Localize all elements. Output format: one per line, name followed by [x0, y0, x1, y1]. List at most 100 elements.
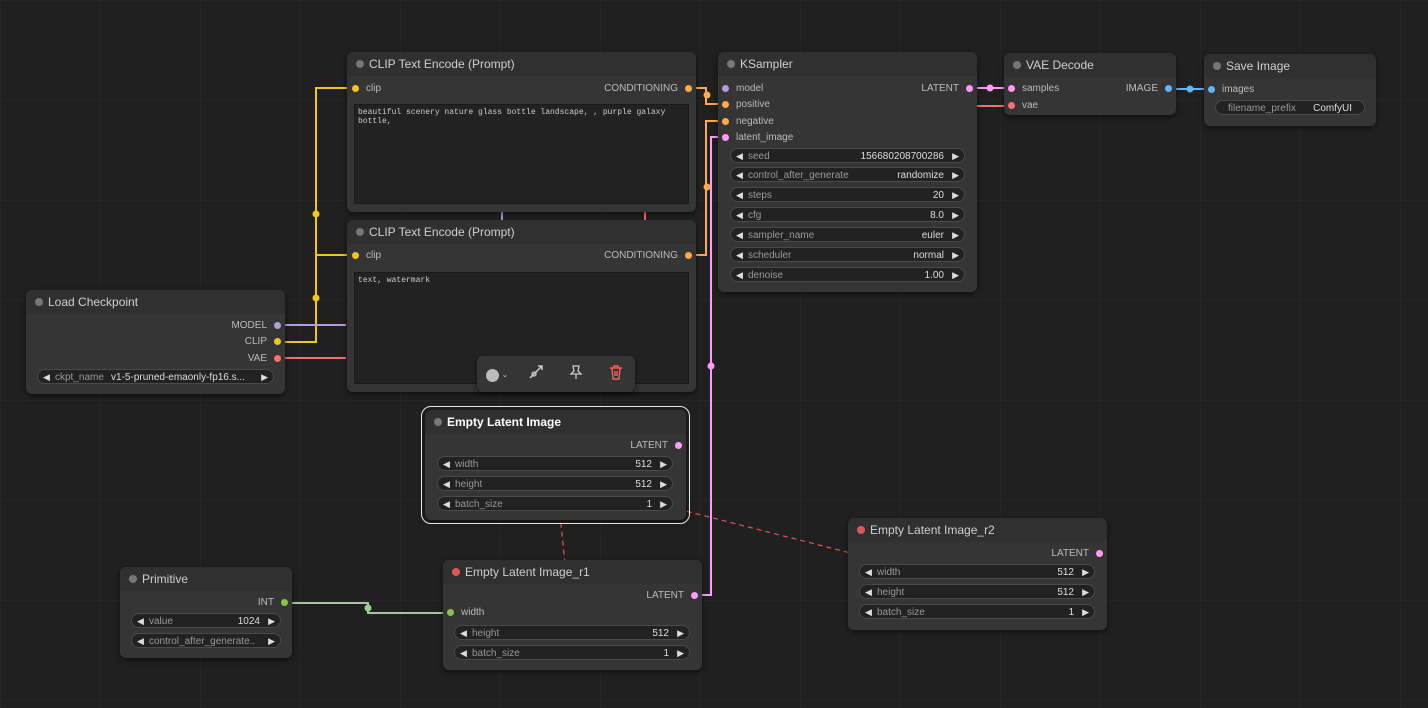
decrement-arrow-icon[interactable]: ◀: [137, 634, 144, 649]
input-clip[interactable]: clip: [352, 249, 381, 263]
pin-icon[interactable]: [565, 364, 587, 384]
increment-arrow-icon[interactable]: ▶: [952, 228, 959, 243]
node-title[interactable]: CLIP Text Encode (Prompt): [347, 52, 696, 76]
node-title[interactable]: Empty Latent Image_r1: [443, 560, 702, 584]
input-model[interactable]: model: [722, 82, 763, 96]
primitive-node[interactable]: Primitive INT ◀ value 1024 ▶ ◀ control_after…: [120, 567, 292, 658]
increment-arrow-icon[interactable]: ▶: [660, 477, 667, 492]
decrement-arrow-icon[interactable]: ◀: [736, 228, 743, 243]
increment-arrow-icon[interactable]: ▶: [952, 168, 959, 183]
decrement-arrow-icon[interactable]: ◀: [137, 614, 144, 629]
node-title[interactable]: KSampler: [718, 52, 977, 76]
increment-arrow-icon[interactable]: ▶: [952, 248, 959, 263]
widget-batch-size[interactable]: ◀ batch_size 1 ▶: [454, 645, 690, 660]
input-clip[interactable]: clip: [352, 82, 381, 96]
increment-arrow-icon[interactable]: ▶: [677, 626, 684, 641]
output-image[interactable]: IMAGE: [1126, 82, 1172, 96]
output-latent[interactable]: LATENT: [646, 589, 698, 603]
widget-height[interactable]: ◀ height 512 ▶: [437, 476, 673, 491]
decrement-arrow-icon[interactable]: ◀: [736, 188, 743, 203]
output-int[interactable]: INT: [258, 596, 288, 610]
collapse-dot-icon[interactable]: [356, 228, 364, 236]
output-latent[interactable]: LATENT: [1051, 547, 1103, 561]
decrement-arrow-icon[interactable]: ◀: [865, 605, 872, 620]
increment-arrow-icon[interactable]: ▶: [952, 268, 959, 283]
widget-control-after-generate[interactable]: ◀ control_after_generate randomize ▶: [730, 167, 965, 182]
decrement-arrow-icon[interactable]: ◀: [865, 585, 872, 600]
collapse-dot-icon[interactable]: [857, 526, 865, 534]
node-title[interactable]: Save Image: [1204, 54, 1376, 78]
decrement-arrow-icon[interactable]: ◀: [736, 248, 743, 263]
widget-batch-size[interactable]: ◀ batch_size 1 ▶: [859, 604, 1095, 619]
collapse-dot-icon[interactable]: [434, 418, 442, 426]
increment-arrow-icon[interactable]: ▶: [268, 614, 275, 629]
node-title[interactable]: VAE Decode: [1004, 53, 1176, 77]
widget-height[interactable]: ◀ height 512 ▶: [454, 625, 690, 640]
ksampler-node[interactable]: KSampler model positive negative latent_…: [718, 52, 977, 292]
empty-latent-image-r2-node[interactable]: Empty Latent Image_r2 LATENT ◀ width 512 ▶ …: [848, 518, 1107, 630]
node-title[interactable]: Empty Latent Image: [425, 410, 686, 434]
input-samples[interactable]: samples: [1008, 82, 1059, 96]
output-clip[interactable]: CLIP: [245, 335, 281, 349]
output-vae[interactable]: VAE: [248, 352, 281, 366]
collapse-dot-icon[interactable]: [1213, 62, 1221, 70]
widget-sampler-name[interactable]: ◀ sampler_name euler ▶: [730, 227, 965, 242]
increment-arrow-icon[interactable]: ▶: [952, 208, 959, 223]
increment-arrow-icon[interactable]: ▶: [677, 646, 684, 661]
widget-denoise[interactable]: ◀ denoise 1.00 ▶: [730, 267, 965, 282]
load-checkpoint-node[interactable]: Load Checkpoint MODEL CLIP VAE ◀ ckpt_nam…: [26, 290, 285, 394]
widget-control-after-generate[interactable]: ◀ control_after_generate.. ▶: [131, 633, 281, 648]
decrement-arrow-icon[interactable]: ◀: [736, 168, 743, 183]
decrement-arrow-icon[interactable]: ◀: [443, 477, 450, 492]
input-images[interactable]: images: [1208, 83, 1254, 97]
widget-width[interactable]: ◀ width 512 ▶: [437, 456, 673, 471]
widget-scheduler[interactable]: ◀ scheduler normal ▶: [730, 247, 965, 262]
increment-arrow-icon[interactable]: ▶: [1082, 585, 1089, 600]
widget-cfg[interactable]: ◀ cfg 8.0 ▶: [730, 207, 965, 222]
output-conditioning[interactable]: CONDITIONING: [604, 82, 692, 96]
clip-text-encode-node-1[interactable]: CLIP Text Encode (Prompt) clip CONDITION…: [347, 52, 696, 212]
collapse-dot-icon[interactable]: [452, 568, 460, 576]
node-title[interactable]: Primitive: [120, 567, 292, 591]
increment-arrow-icon[interactable]: ▶: [952, 188, 959, 203]
decrement-arrow-icon[interactable]: ◀: [736, 149, 743, 164]
widget-width[interactable]: ◀ width 512 ▶: [859, 564, 1095, 579]
decrement-arrow-icon[interactable]: ◀: [43, 370, 50, 385]
node-title[interactable]: Load Checkpoint: [26, 290, 285, 314]
input-latent-image[interactable]: latent_image: [722, 131, 793, 145]
increment-arrow-icon[interactable]: ▶: [660, 457, 667, 472]
collapse-dot-icon[interactable]: [129, 575, 137, 583]
output-conditioning[interactable]: CONDITIONING: [604, 249, 692, 263]
output-model[interactable]: MODEL: [231, 319, 281, 333]
delete-icon[interactable]: [605, 364, 627, 384]
widget-ckpt-name[interactable]: ◀ ckpt_name v1-5-pruned-emaonly-fp16.s... ▶: [37, 369, 274, 384]
widget-batch-size[interactable]: ◀ batch_size 1 ▶: [437, 496, 673, 511]
decrement-arrow-icon[interactable]: ◀: [736, 268, 743, 283]
bypass-icon[interactable]: [525, 364, 547, 384]
collapse-dot-icon[interactable]: [1013, 61, 1021, 69]
empty-latent-image-node[interactable]: Empty Latent Image LATENT ◀ width 512 ▶ ◀ he…: [421, 406, 690, 524]
save-image-node[interactable]: Save Image images filename_prefix ComfyUI: [1204, 54, 1376, 126]
output-latent[interactable]: LATENT: [921, 82, 973, 96]
color-picker-icon[interactable]: ⌄: [481, 364, 513, 384]
input-width[interactable]: width: [447, 606, 484, 620]
decrement-arrow-icon[interactable]: ◀: [736, 208, 743, 223]
decrement-arrow-icon[interactable]: ◀: [443, 457, 450, 472]
increment-arrow-icon[interactable]: ▶: [952, 149, 959, 164]
increment-arrow-icon[interactable]: ▶: [261, 370, 268, 385]
collapse-dot-icon[interactable]: [727, 60, 735, 68]
output-latent[interactable]: LATENT: [630, 439, 682, 453]
vae-decode-node[interactable]: VAE Decode samples vae IMAGE: [1004, 53, 1176, 115]
decrement-arrow-icon[interactable]: ◀: [865, 565, 872, 580]
collapse-dot-icon[interactable]: [35, 298, 43, 306]
decrement-arrow-icon[interactable]: ◀: [460, 626, 467, 641]
increment-arrow-icon[interactable]: ▶: [268, 634, 275, 649]
widget-height[interactable]: ◀ height 512 ▶: [859, 584, 1095, 599]
decrement-arrow-icon[interactable]: ◀: [460, 646, 467, 661]
widget-filename-prefix[interactable]: filename_prefix ComfyUI: [1215, 100, 1365, 115]
empty-latent-image-r1-node[interactable]: Empty Latent Image_r1 LATENT width ◀ heig…: [443, 560, 702, 670]
increment-arrow-icon[interactable]: ▶: [660, 497, 667, 512]
increment-arrow-icon[interactable]: ▶: [1082, 565, 1089, 580]
increment-arrow-icon[interactable]: ▶: [1082, 605, 1089, 620]
input-negative[interactable]: negative: [722, 115, 774, 129]
